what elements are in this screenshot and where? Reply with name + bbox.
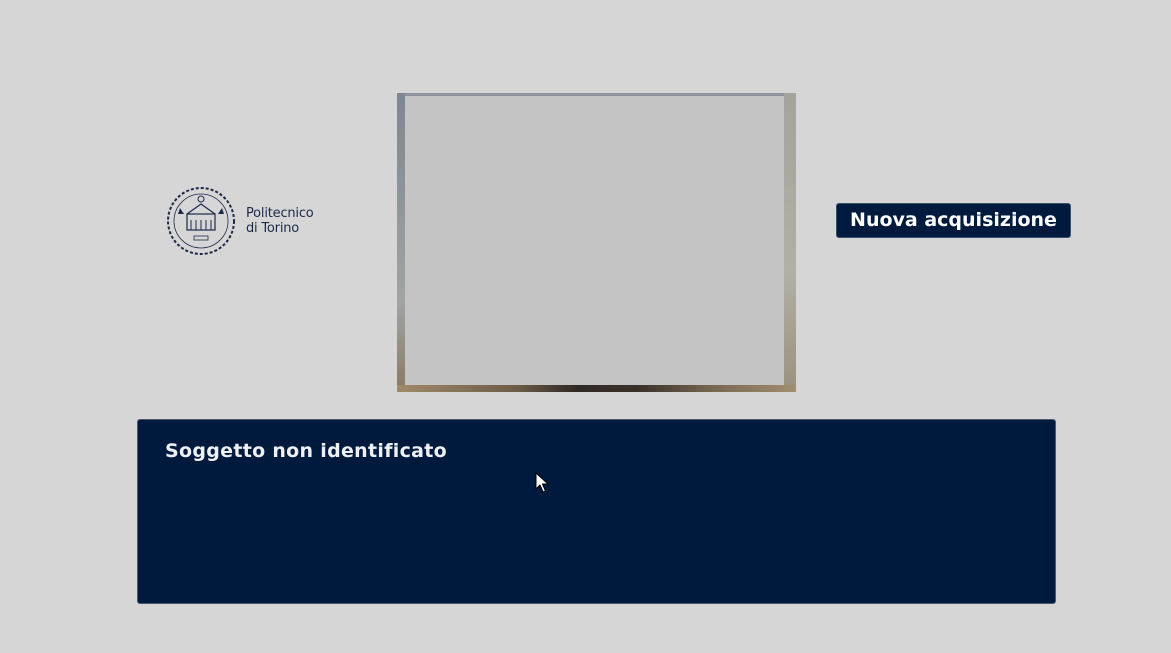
new-acquisition-button[interactable]: Nuova acquisizione [836,203,1071,238]
institution-name: Politecnico di Torino [246,206,314,236]
mouse-pointer-icon [535,472,549,493]
identification-status: Soggetto non identificato [165,440,447,462]
camera-frame-edge-left [397,93,405,392]
camera-frame-edge-right [784,93,796,392]
institution-name-line2: di Torino [246,221,300,236]
university-seal-icon [167,187,235,255]
app-window: Politecnico di Torino Nuova acquisizione… [0,0,1171,653]
camera-feed-redacted [405,96,784,385]
camera-preview [397,93,796,392]
camera-frame-edge-bottom [397,385,796,392]
institution-logo: Politecnico di Torino [164,184,334,258]
result-panel: Soggetto non identificato [137,419,1056,604]
institution-name-line1: Politecnico [246,206,314,221]
